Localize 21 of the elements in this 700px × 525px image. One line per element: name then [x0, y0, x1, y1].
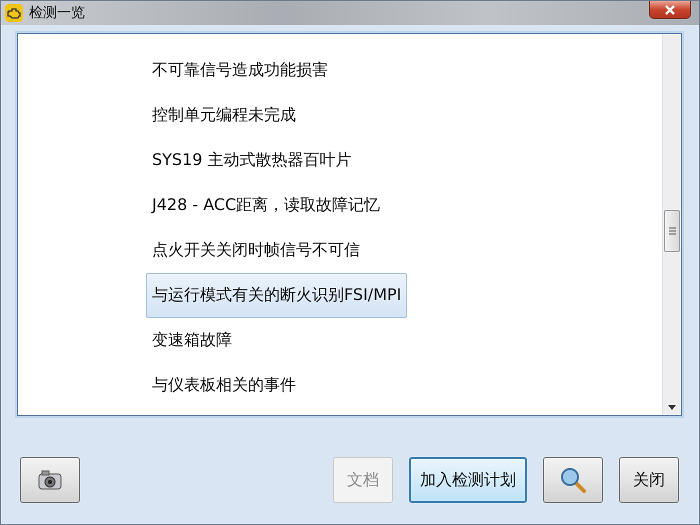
search-button[interactable]	[543, 457, 603, 503]
list-item[interactable]: 与运行模式有关的断火识别FSI/MPI	[146, 273, 408, 318]
list-item[interactable]: 变速箱故障	[146, 318, 238, 363]
list-item[interactable]: J428 - ACC距离，读取故障记忆	[146, 183, 386, 228]
list-item[interactable]: 点火开关关闭时帧信号不可信	[146, 228, 366, 273]
scrollbar[interactable]	[662, 34, 681, 415]
list-item[interactable]: 不可靠信号造成功能损害	[146, 48, 334, 93]
dialog-button[interactable]: 关闭	[619, 457, 679, 503]
close-button[interactable]	[649, 1, 691, 19]
dialog-button[interactable]: 加入检测计划	[409, 457, 527, 503]
close-icon	[664, 4, 676, 14]
camera-button[interactable]	[20, 457, 80, 503]
list-item[interactable]: 与仪表板相关的事件	[146, 363, 302, 408]
list-item[interactable]: 控制单元编程未完成	[146, 93, 302, 138]
list-item[interactable]: SYS19 主动式散热器百叶片	[146, 138, 358, 183]
camera-icon	[38, 470, 62, 490]
search-icon	[559, 466, 587, 494]
engine-icon	[5, 4, 23, 22]
window-title: 检测一览	[29, 4, 86, 22]
scroll-thumb[interactable]	[664, 210, 680, 252]
down-arrow-icon[interactable]	[668, 404, 676, 410]
